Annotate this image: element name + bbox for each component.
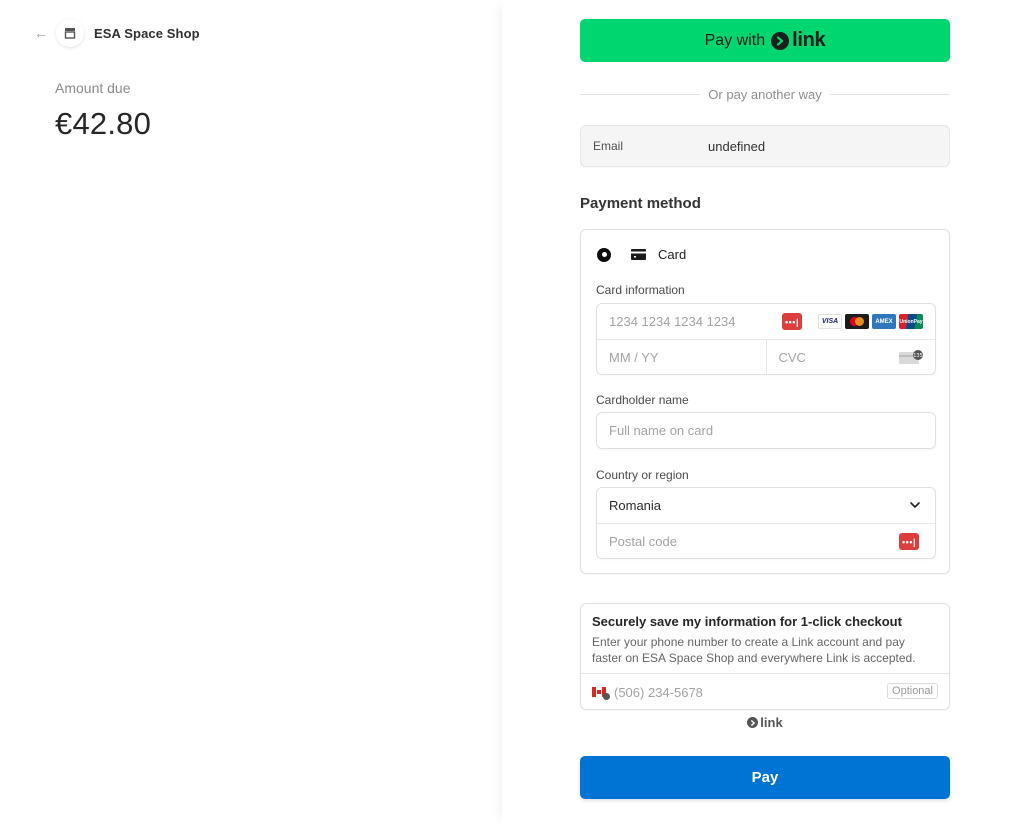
link-logo: link [771,29,826,52]
country-postal-group: Romania Postal code •••| [596,487,936,559]
pay-with-link-button[interactable]: Pay with link [580,19,950,62]
card-number-input[interactable]: 1234 1234 1234 1234 [597,314,736,329]
pay-with-label: Pay with [704,31,766,49]
storefront-icon [56,19,84,47]
card-payment-option: Card Card information 1234 1234 1234 123… [580,229,950,574]
card-brands: VISA AMEX UnionPay [818,314,923,329]
amex-icon: AMEX [872,314,896,329]
link-footer-wordmark: link [760,715,783,730]
card-information-group: 1234 1234 1234 1234 •••| VISA AMEX Union… [596,303,936,375]
postal-placeholder: Postal code [609,533,677,549]
card-option-radio-row[interactable]: Card [597,247,686,262]
email-label: Email [593,139,624,153]
link-save-description: Enter your phone number to create a Link… [592,635,916,665]
cardholder-placeholder: Full name on card [609,423,714,438]
expiry-input[interactable]: MM / YY [597,340,766,374]
card-information-label: Card information [596,283,685,297]
link-chevron-icon [747,717,759,728]
arrow-left-icon[interactable]: ← [34,26,48,40]
unionpay-icon: UnionPay [899,314,923,329]
divider-line [580,93,701,95]
link-chevron-icon [771,31,790,50]
divider-line [829,93,951,95]
password-manager-icon[interactable]: •••| [782,313,802,330]
or-divider: Or pay another way [580,85,951,103]
cardholder-name-label: Cardholder name [596,393,689,407]
postal-code-input[interactable]: Postal code •••| [597,523,935,558]
cvc-icon: 135 [899,350,923,364]
country-label: Country or region [596,468,689,482]
cardholder-row: Full name on card [597,413,935,448]
email-field[interactable]: Email undefined [580,125,950,167]
card-radio[interactable] [597,247,611,262]
merchant-header: ← ESA Space Shop [34,19,200,47]
country-selected: Romania [609,498,662,513]
phone-placeholder: (506) 234-5678 [614,684,703,700]
cvc-input[interactable]: CVC 135 [765,340,936,374]
password-manager-icon[interactable]: •••| [899,533,919,550]
card-option-label: Card [658,247,687,262]
mastercard-icon [845,314,869,329]
amount-due-value: €42.80 [55,106,152,141]
cvc-placeholder: CVC [778,349,806,365]
card-icon [631,249,646,260]
svg-text:135: 135 [913,353,923,359]
visa-icon: VISA [818,314,842,329]
card-number-row[interactable]: 1234 1234 1234 1234 •••| VISA AMEX Union… [597,304,935,339]
canada-flag-icon[interactable] [592,687,610,700]
email-value: undefined [708,138,766,154]
link-footer-logo: link [580,715,950,730]
pay-button[interactable]: Pay [580,756,950,799]
country-select[interactable]: Romania [597,488,935,523]
merchant-name[interactable]: ESA Space Shop [94,26,200,41]
payment-panel: Pay with link Or pay another way Email u… [502,0,1024,825]
optional-badge: Optional [887,683,938,699]
expiry-placeholder: MM / YY [609,349,659,365]
order-summary-panel: ← ESA Space Shop Amount due €42.80 [0,0,502,825]
expiry-cvc-row: MM / YY CVC 135 [597,339,935,374]
or-divider-text: Or pay another way [708,86,822,102]
payment-method-title: Payment method [580,195,701,212]
link-save-box: Securely save my information for 1-click… [580,603,950,710]
chevron-down-icon [910,502,920,508]
cardholder-name-input[interactable]: Full name on card [596,412,936,449]
amount-due-label: Amount due [55,80,131,96]
phone-input[interactable]: (506) 234-5678 Optional [581,673,949,710]
link-save-title: Securely save my information for 1-click… [592,614,902,629]
dropdown-badge-icon [603,693,610,700]
link-wordmark: link [792,29,826,51]
